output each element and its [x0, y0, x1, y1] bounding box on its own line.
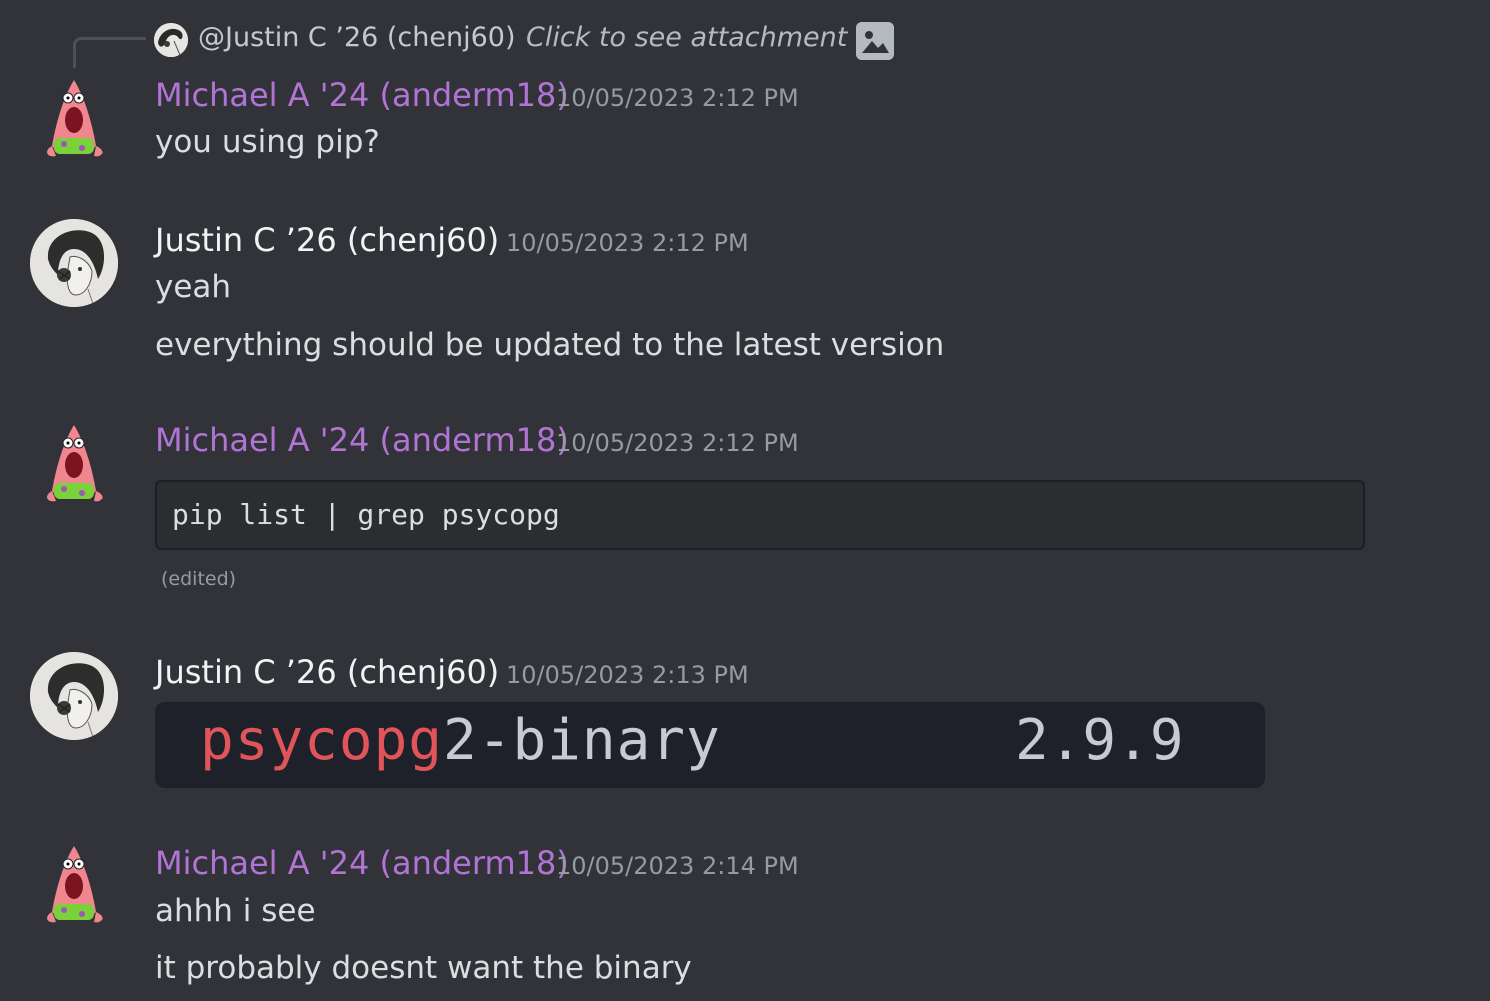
avatar[interactable]: [30, 421, 118, 509]
timestamp: 10/05/2023 2:12 PM: [506, 229, 749, 257]
reply-attachment-link[interactable]: Click to see attachment: [526, 22, 847, 53]
avatar[interactable]: [30, 652, 118, 740]
author-name[interactable]: Michael A '24 (anderm18): [155, 844, 569, 882]
patrick-avatar-image: [47, 80, 103, 157]
timestamp: 10/05/2023 2:13 PM: [506, 661, 749, 689]
patrick-avatar-image: [47, 846, 103, 923]
image-icon: [856, 22, 894, 60]
terminal-output-package: psycopg2-binary: [200, 708, 721, 773]
justin-avatar-image: [30, 219, 118, 307]
patrick-avatar-image: [47, 425, 103, 502]
terminal-output-version: 2.9.9: [1015, 708, 1184, 773]
message-text: you using pip?: [155, 124, 380, 160]
code-block: pip list | grep psycopg: [155, 480, 1365, 550]
timestamp: 10/05/2023 2:12 PM: [556, 429, 799, 457]
code-text: pip list | grep psycopg: [172, 498, 560, 531]
reply-preview[interactable]: @Justin C ’26 (chenj60) Click to see att…: [0, 0, 1490, 80]
reply-avatar-image: [154, 23, 188, 57]
avatar[interactable]: [30, 219, 118, 307]
reply-author-mention[interactable]: @Justin C ’26 (chenj60): [198, 22, 516, 53]
edited-label: (edited): [161, 568, 237, 590]
timestamp: 10/05/2023 2:14 PM: [556, 852, 799, 880]
message-text: everything should be updated to the late…: [155, 327, 945, 363]
justin-avatar-image: [30, 652, 118, 740]
chat-message-list: @Justin C ’26 (chenj60) Click to see att…: [0, 0, 1490, 1001]
author-name[interactable]: Michael A '24 (anderm18): [155, 421, 569, 459]
author-name[interactable]: Justin C ’26 (chenj60): [155, 653, 499, 691]
reply-avatar: [154, 23, 188, 57]
message-text: it probably doesnt want the binary: [155, 950, 692, 986]
timestamp: 10/05/2023 2:12 PM: [556, 84, 799, 112]
author-name[interactable]: Justin C ’26 (chenj60): [155, 221, 499, 259]
reply-connector: [73, 37, 146, 68]
message-text: yeah: [155, 269, 232, 305]
package-suffix-text: 2-binary: [443, 708, 721, 773]
avatar[interactable]: [30, 76, 118, 164]
grep-match-text: psycopg: [200, 708, 444, 773]
avatar[interactable]: [30, 842, 118, 930]
image-attachment[interactable]: psycopg2-binary 2.9.9: [155, 702, 1265, 788]
author-name[interactable]: Michael A '24 (anderm18): [155, 76, 569, 114]
message-text: ahhh i see: [155, 893, 316, 929]
